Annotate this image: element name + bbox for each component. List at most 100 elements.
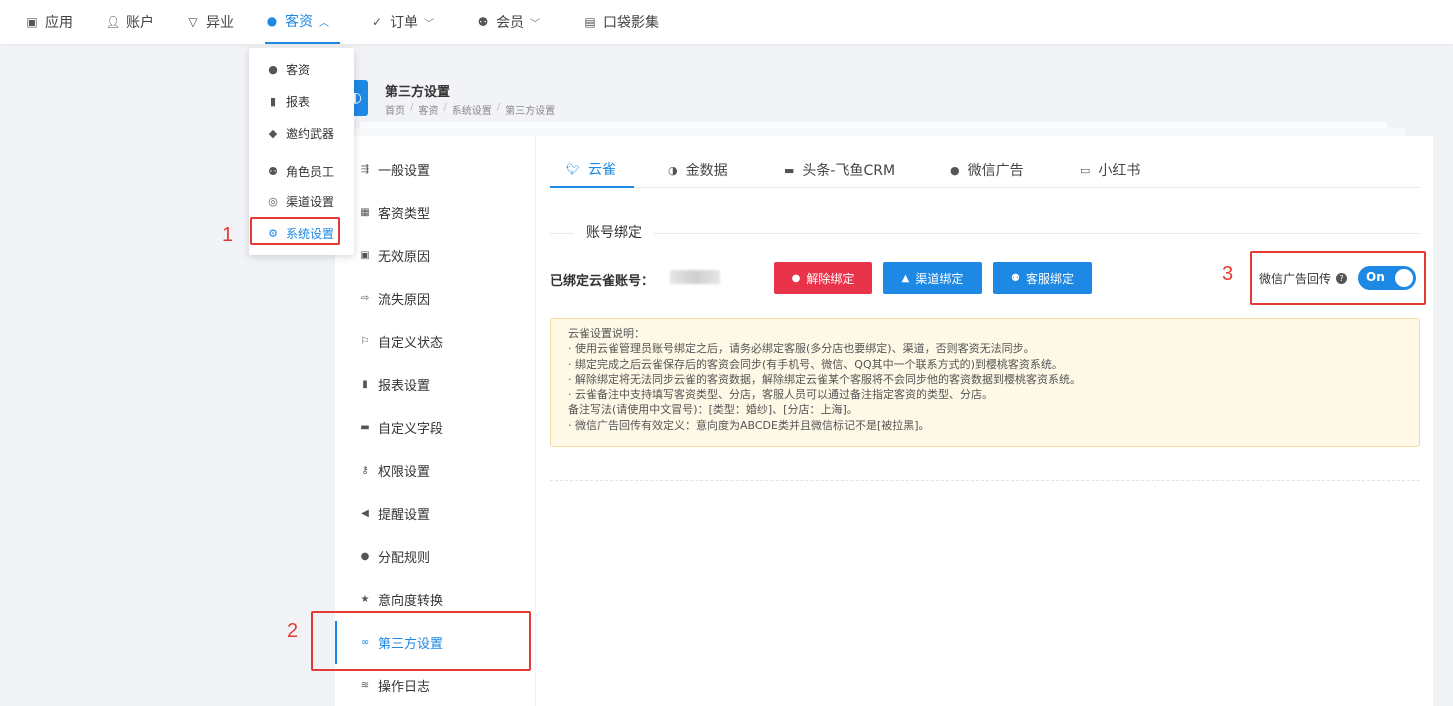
unbind-button[interactable]: ● 解除绑定 [774, 262, 872, 294]
side-item-general[interactable]: ⇶ 一般设置 [335, 148, 535, 191]
notice-line: 云雀设置说明： [568, 327, 645, 340]
nav-item-orders[interactable]: ✓ 订单 ﹀ [370, 0, 434, 44]
check-circle-icon: ✓ [371, 15, 383, 29]
bullhorn-icon: ◀ [361, 508, 369, 519]
nav-label: 口袋影集 [603, 15, 659, 31]
notice-line: · 绑定完成之后云雀保存后的客资会同步(有手机号、微信、QQ其中一个联系方式的)… [568, 357, 1063, 371]
breadcrumb-system-settings[interactable]: 系统设置 [452, 102, 492, 117]
notice-line: · 微信广告回传有效定义：意向度为ABCDE类并且微信标记不是[被拉黑]。 [568, 418, 930, 432]
annotation-number-2: 2 [287, 620, 299, 642]
main-panel: 🐦︎ 云雀 ◑ 金数据 ▬ 头条-飞鱼CRM ● 微信广告 ▭ 小红书 账号绑定… [536, 136, 1433, 706]
nav-label: 异业 [206, 15, 234, 31]
customer-icon: ● [360, 551, 370, 562]
channel-bind-button[interactable]: ▲ 渠道绑定 [883, 262, 982, 294]
dropdown-item-invite-tools[interactable]: ◆ 邀约武器 [249, 119, 354, 147]
tab-jinshuju[interactable]: ◑ 金数据 [668, 152, 728, 188]
side-item-customer-types[interactable]: ▦ 客资类型 [335, 191, 535, 234]
side-item-invalid-reasons[interactable]: ▣ 无效原因 [335, 234, 535, 277]
nav-item-customers[interactable]: ● 客资 ︿ [265, 0, 340, 44]
bird-icon: 🐦︎ [566, 162, 580, 176]
side-item-label: 无效原因 [378, 250, 431, 265]
album-icon: ▤ [584, 15, 596, 29]
button-label: 渠道绑定 [915, 271, 964, 286]
service-bind-button[interactable]: ⚉ 客服绑定 [993, 262, 1092, 294]
tab-toutiao-feiyu[interactable]: ▬ 头条-飞鱼CRM [784, 152, 895, 188]
tab-label: 金数据 [685, 163, 728, 179]
archive-icon: ▣ [360, 250, 370, 261]
side-item-permissions[interactable]: ⚷ 权限设置 [335, 449, 535, 492]
side-item-churn-reasons[interactable]: ⇨ 流失原因 [335, 277, 535, 320]
notice-line: · 解除绑定将无法同步云雀的客资数据，解除绑定云雀某个客服将不会同步他的客资数据… [568, 372, 1081, 386]
globe-icon: ◎ [268, 194, 278, 208]
nav-label: 订单 [390, 15, 418, 31]
bell-icon: ▲ [901, 272, 910, 284]
chat-icon: ● [950, 163, 960, 177]
dropdown-item-channel-settings[interactable]: ◎ 渠道设置 [249, 187, 354, 215]
nav-label: 应用 [45, 15, 73, 31]
annotation-box-1 [250, 217, 340, 245]
android-icon: ◆ [268, 126, 278, 140]
nav-item-members[interactable]: ⚉ 会员 ﹀ [476, 0, 540, 44]
tab-label: 云雀 [587, 162, 616, 178]
cup-icon: ▽ [188, 15, 198, 29]
side-item-reminders[interactable]: ◀ 提醒设置 [335, 492, 535, 535]
side-item-custom-status[interactable]: ⚐ 自定义状态 [335, 320, 535, 363]
integration-tabs: 🐦︎ 云雀 ◑ 金数据 ▬ 头条-飞鱼CRM ● 微信广告 ▭ 小红书 [550, 152, 1420, 188]
dashed-divider [550, 480, 1420, 481]
users-icon: ⚉ [477, 15, 489, 29]
page-title: 第三方设置 [385, 85, 451, 100]
dropdown-item-reports[interactable]: ▮ 报表 [249, 87, 354, 115]
side-item-label: 提醒设置 [378, 508, 431, 523]
side-item-label: 报表设置 [378, 379, 431, 394]
dropdown-item-customers[interactable]: ● 客资 [249, 55, 354, 83]
section-divider [550, 233, 1420, 234]
nav-item-album[interactable]: ▤ 口袋影集 [583, 0, 659, 44]
button-label: 解除绑定 [806, 271, 855, 286]
nav-item-apps[interactable]: ▣ 应用 [25, 0, 73, 44]
dropdown-label: 邀约武器 [286, 126, 335, 141]
dropdown-item-roles-staff[interactable]: ⚉ 角色员工 [249, 157, 354, 185]
chevron-up-icon: ︿ [319, 17, 329, 29]
settings-notice: 云雀设置说明： · 使用云雀管理员账号绑定之后，请务必绑定客服(多分店也要绑定)… [550, 318, 1420, 447]
nav-item-account[interactable]: 👤︎ 账户 [105, 0, 154, 44]
notice-line: 备注写法(请使用中文冒号)：[类型：婚纱]、[分店：上海]。 [568, 403, 858, 417]
bound-account-label: 已绑定云雀账号： [550, 274, 655, 289]
notice-line: · 云雀备注中支持填写客资类型、分店，客服人员可以通过备注指定客资的类型、分店。 [568, 388, 993, 402]
bound-account-value-redacted [670, 270, 720, 284]
annotation-number-3: 3 [1222, 263, 1234, 285]
breadcrumb-current: 第三方设置 [505, 106, 556, 117]
flag-icon: ⚐ [360, 336, 370, 347]
side-item-assignment-rules[interactable]: ● 分配规则 [335, 535, 535, 578]
tab-label: 小红书 [1098, 163, 1141, 179]
nav-item-partner[interactable]: ▽ 异业 [186, 0, 234, 44]
dropdown-label: 客资 [286, 62, 311, 77]
side-item-label: 自定义状态 [378, 336, 444, 351]
chevron-down-icon: ﹀ [530, 18, 540, 30]
tab-xiaohongshu[interactable]: ▭ 小红书 [1080, 152, 1140, 188]
nav-label: 会员 [496, 15, 524, 31]
breadcrumb-home[interactable]: 首页 [385, 102, 405, 117]
breadcrumb: 首页 / 客资 / 系统设置 / 第三方设置 [385, 102, 555, 117]
dropdown-label: 角色员工 [286, 164, 335, 179]
side-item-label: 客资类型 [378, 207, 431, 222]
section-title: 账号绑定 [574, 222, 654, 242]
card-stack-decoration [348, 128, 1405, 136]
side-item-custom-fields[interactable]: ▬ 自定义字段 [335, 406, 535, 449]
nav-label: 客资 [285, 14, 313, 30]
tab-wechat-ads[interactable]: ● 微信广告 [950, 152, 1024, 188]
layers-icon: ≋ [360, 680, 370, 691]
tab-label: 微信广告 [967, 163, 1024, 179]
breadcrumb-separator: / [443, 102, 447, 113]
nav-label: 账户 [126, 15, 154, 31]
side-item-report-settings[interactable]: ▮ 报表设置 [335, 363, 535, 406]
button-label: 客服绑定 [1025, 271, 1074, 286]
side-item-label: 操作日志 [378, 680, 431, 695]
dropdown-label: 报表 [286, 94, 311, 109]
tab-yunque[interactable]: 🐦︎ 云雀 [550, 152, 634, 188]
grid-icon: ▦ [360, 207, 370, 218]
sliders-icon: ⇶ [360, 164, 370, 175]
users-icon: ⚉ [268, 164, 278, 178]
breadcrumb-customers[interactable]: 客资 [418, 102, 438, 117]
breadcrumb-separator: / [496, 102, 501, 113]
bar-chart-icon: ▮ [269, 94, 277, 108]
